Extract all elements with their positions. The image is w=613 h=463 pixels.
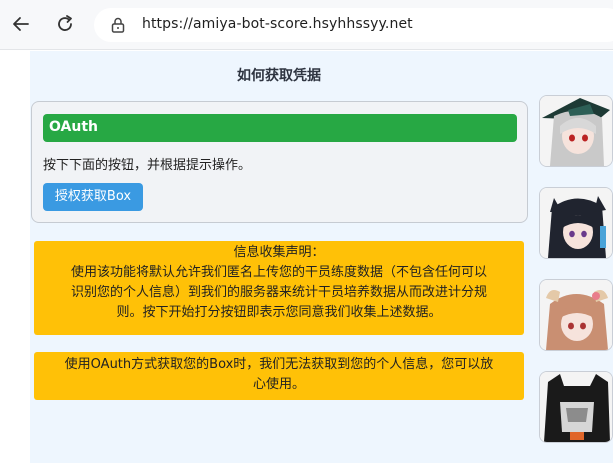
- notice-line: 使用OAuth方式获取您的Box时，我们无法获取到您的个人信息，您可以放: [64, 357, 494, 372]
- notice-line: 则。按下开始打分按钮即表示您同意我们收集上述数据。: [116, 305, 442, 320]
- page-title: 如何获取凭据: [237, 68, 321, 84]
- operator-portrait-icon: [540, 188, 612, 258]
- operator-avatar[interactable]: [539, 187, 613, 259]
- notice-line: 识别您的个人信息）到我们的服务器来统计干员培养数据从而改进计分规: [70, 285, 487, 300]
- operator-avatar[interactable]: [539, 371, 613, 443]
- operator-portrait-icon: [540, 280, 612, 350]
- notice-heading: 信息收集声明：: [233, 245, 325, 260]
- data-collection-notice: 信息收集声明： 使用该功能将默认允许我们匿名上传您的干员练度数据（不包含任何可以…: [34, 241, 524, 335]
- back-arrow-icon: [13, 17, 29, 31]
- operator-avatar[interactable]: [539, 279, 613, 351]
- operator-portrait-icon: [540, 372, 612, 442]
- address-bar[interactable]: https://amiya-bot-score.hsyhhssyy.net: [94, 8, 613, 42]
- reload-button[interactable]: [52, 11, 78, 37]
- notice-line: 心使用。: [252, 377, 305, 392]
- page-content: 如何获取凭据 OAuth 按下下面的按钮，并根据提示操作。 授权获取Box 信息…: [0, 51, 613, 463]
- operator-avatar[interactable]: [539, 95, 613, 167]
- reload-icon: [58, 15, 72, 31]
- url-text: https://amiya-bot-score.hsyhhssyy.net: [142, 16, 413, 32]
- oauth-description: 按下下面的按钮，并根据提示操作。: [43, 158, 252, 173]
- operator-portrait-icon: [540, 96, 612, 166]
- oauth-privacy-notice: 使用OAuth方式获取您的Box时，我们无法获取到您的个人信息，您可以放 心使用…: [34, 352, 524, 400]
- back-button[interactable]: [8, 11, 34, 37]
- oauth-card: OAuth 按下下面的按钮，并根据提示操作。 授权获取Box: [31, 101, 528, 223]
- notice-line: 使用该功能将默认允许我们匿名上传您的干员练度数据（不包含任何可以: [70, 265, 487, 280]
- authorize-box-button[interactable]: 授权获取Box: [43, 183, 143, 211]
- lock-icon: [111, 17, 125, 33]
- oauth-card-header: OAuth: [43, 114, 517, 142]
- browser-toolbar: https://amiya-bot-score.hsyhhssyy.net: [0, 0, 613, 50]
